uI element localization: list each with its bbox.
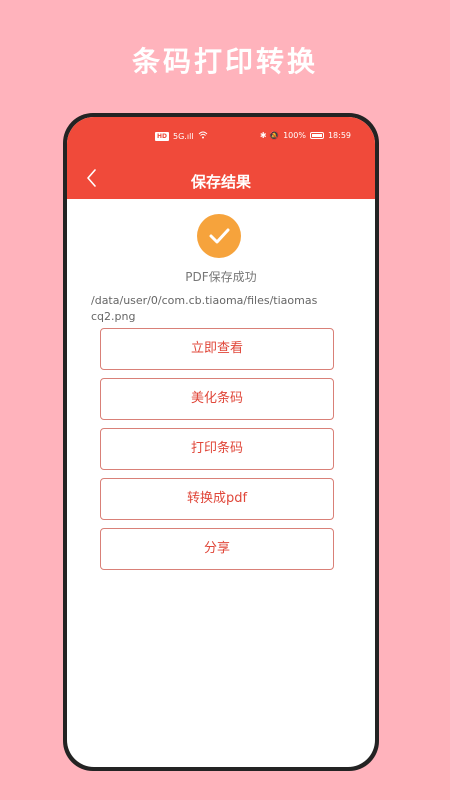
convert-to-pdf-button[interactable]: 转换成pdf — [100, 478, 334, 520]
battery-icon — [309, 132, 324, 139]
view-now-button[interactable]: 立即查看 — [100, 328, 334, 370]
print-barcode-button[interactable]: 打印条码 — [100, 428, 334, 470]
wifi-icon — [198, 131, 208, 141]
success-message: PDF保存成功 — [185, 270, 257, 284]
promo-title: 条码打印转换 — [131, 45, 318, 78]
status-time: 18:59 — [327, 131, 351, 140]
file-path-text: /data/user/0/com.cb.tiaoma/files/tiaomas… — [91, 294, 318, 323]
signal-icon: 5G.ıll — [173, 131, 194, 141]
nav-bar: 保存结果 — [67, 159, 375, 199]
bluetooth-mute-icon: ✱ 🔕 — [259, 131, 280, 140]
status-left: HD 5G.ıll — [155, 131, 208, 141]
success-check-icon — [197, 214, 241, 258]
battery-percent: 100% — [283, 131, 306, 140]
status-right: ✱ 🔕 100% 18:59 — [260, 131, 351, 140]
status-bar: HD 5G.ıll ✱ 🔕 100% 18:59 — [67, 117, 375, 159]
share-button[interactable]: 分享 — [100, 528, 334, 570]
hd-icon: HD — [155, 131, 170, 141]
beautify-barcode-button[interactable]: 美化条码 — [100, 378, 334, 420]
phone-screen: HD 5G.ıll ✱ 🔕 100% 18:59 保存结果 PDF保存成功 /d… — [67, 117, 375, 767]
phone-frame: HD 5G.ıll ✱ 🔕 100% 18:59 保存结果 PDF保存成功 /d… — [63, 113, 379, 771]
page-title: 保存结果 — [190, 173, 251, 191]
